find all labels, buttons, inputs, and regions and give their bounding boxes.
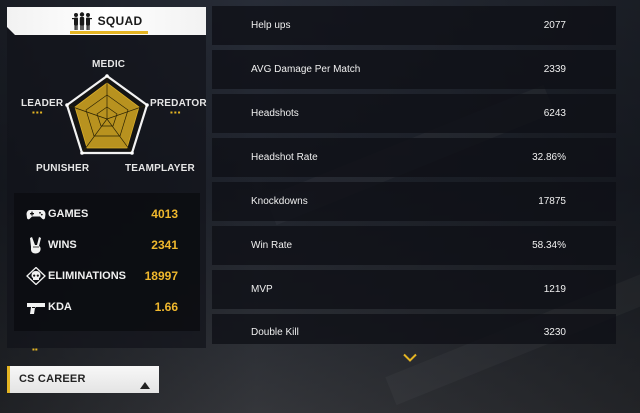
career-dropdown-label: CS CAREER: [19, 373, 86, 385]
detail-value: 58.34%: [532, 240, 566, 251]
detail-label: Help ups: [251, 20, 291, 31]
detail-label: AVG Damage Per Match: [251, 64, 361, 75]
detail-label: MVP: [251, 284, 273, 295]
squad-title-text: SQUAD: [97, 14, 143, 28]
stat-value: 18997: [144, 269, 178, 283]
detail-row-double-kill: Double Kill 3230: [212, 314, 616, 344]
career-mode-dropdown[interactable]: CS CAREER: [7, 366, 159, 393]
squad-silhouette-icon: [71, 12, 93, 30]
stat-label: GAMES: [48, 208, 89, 220]
detail-row-headshot-rate: Headshot Rate 32.86%: [212, 138, 616, 177]
detail-value: 2077: [543, 20, 566, 31]
squad-header-accent: [70, 31, 148, 34]
radar-chart: [65, 74, 149, 155]
stat-value: 2341: [151, 238, 178, 252]
radar-label-teamplayer: TEAMPLAYER: [125, 163, 195, 174]
detail-row-headshots: Headshots 6243: [212, 94, 616, 133]
scroll-down-chevron-icon[interactable]: [403, 349, 417, 362]
detail-value: 32.86%: [532, 152, 566, 163]
radar-level-dots: ▪▪▪: [170, 108, 182, 117]
detail-label: Knockdowns: [251, 196, 308, 207]
panel-bottom-dots: ▪▪: [32, 345, 38, 354]
stat-label: KDA: [48, 301, 72, 313]
radar-level-dots: ▪▪▪: [32, 108, 44, 117]
detail-label: Win Rate: [251, 240, 293, 251]
victory-hand-icon: [26, 236, 46, 254]
pistol-icon: [26, 298, 46, 316]
detail-value: 1219: [543, 284, 566, 295]
detail-label: Double Kill: [251, 327, 299, 338]
detail-value: 6243: [543, 108, 566, 119]
stat-row-games: GAMES 4013: [14, 199, 200, 229]
detail-label: Headshot Rate: [251, 152, 318, 163]
detail-row-mvp: MVP 1219: [212, 270, 616, 309]
stat-label: ELIMINATIONS: [48, 270, 127, 282]
detail-value: 3230: [543, 327, 566, 338]
stat-value: 4013: [151, 207, 178, 221]
detail-row-help-ups: Help ups 2077: [212, 6, 616, 45]
stat-row-kda: KDA 1.66: [14, 292, 200, 322]
stat-row-eliminations: ELIMINATIONS 18997: [14, 261, 200, 291]
elimination-skull-icon: [26, 266, 46, 286]
detail-value: 2339: [543, 64, 566, 75]
stat-row-wins: WINS 2341: [14, 230, 200, 260]
gamepad-icon: [26, 205, 46, 223]
detail-row-avg-damage: AVG Damage Per Match 2339: [212, 50, 616, 89]
radar-label-punisher: PUNISHER: [36, 163, 90, 174]
detail-value: 17875: [538, 196, 566, 207]
detail-label: Headshots: [251, 108, 299, 119]
detail-row-win-rate: Win Rate 58.34%: [212, 226, 616, 265]
radar-label-medic: MEDIC: [92, 59, 126, 70]
caret-up-icon: [140, 376, 150, 389]
stat-label: WINS: [48, 239, 77, 251]
stat-value: 1.66: [154, 300, 178, 314]
detail-row-knockdowns: Knockdowns 17875: [212, 182, 616, 221]
